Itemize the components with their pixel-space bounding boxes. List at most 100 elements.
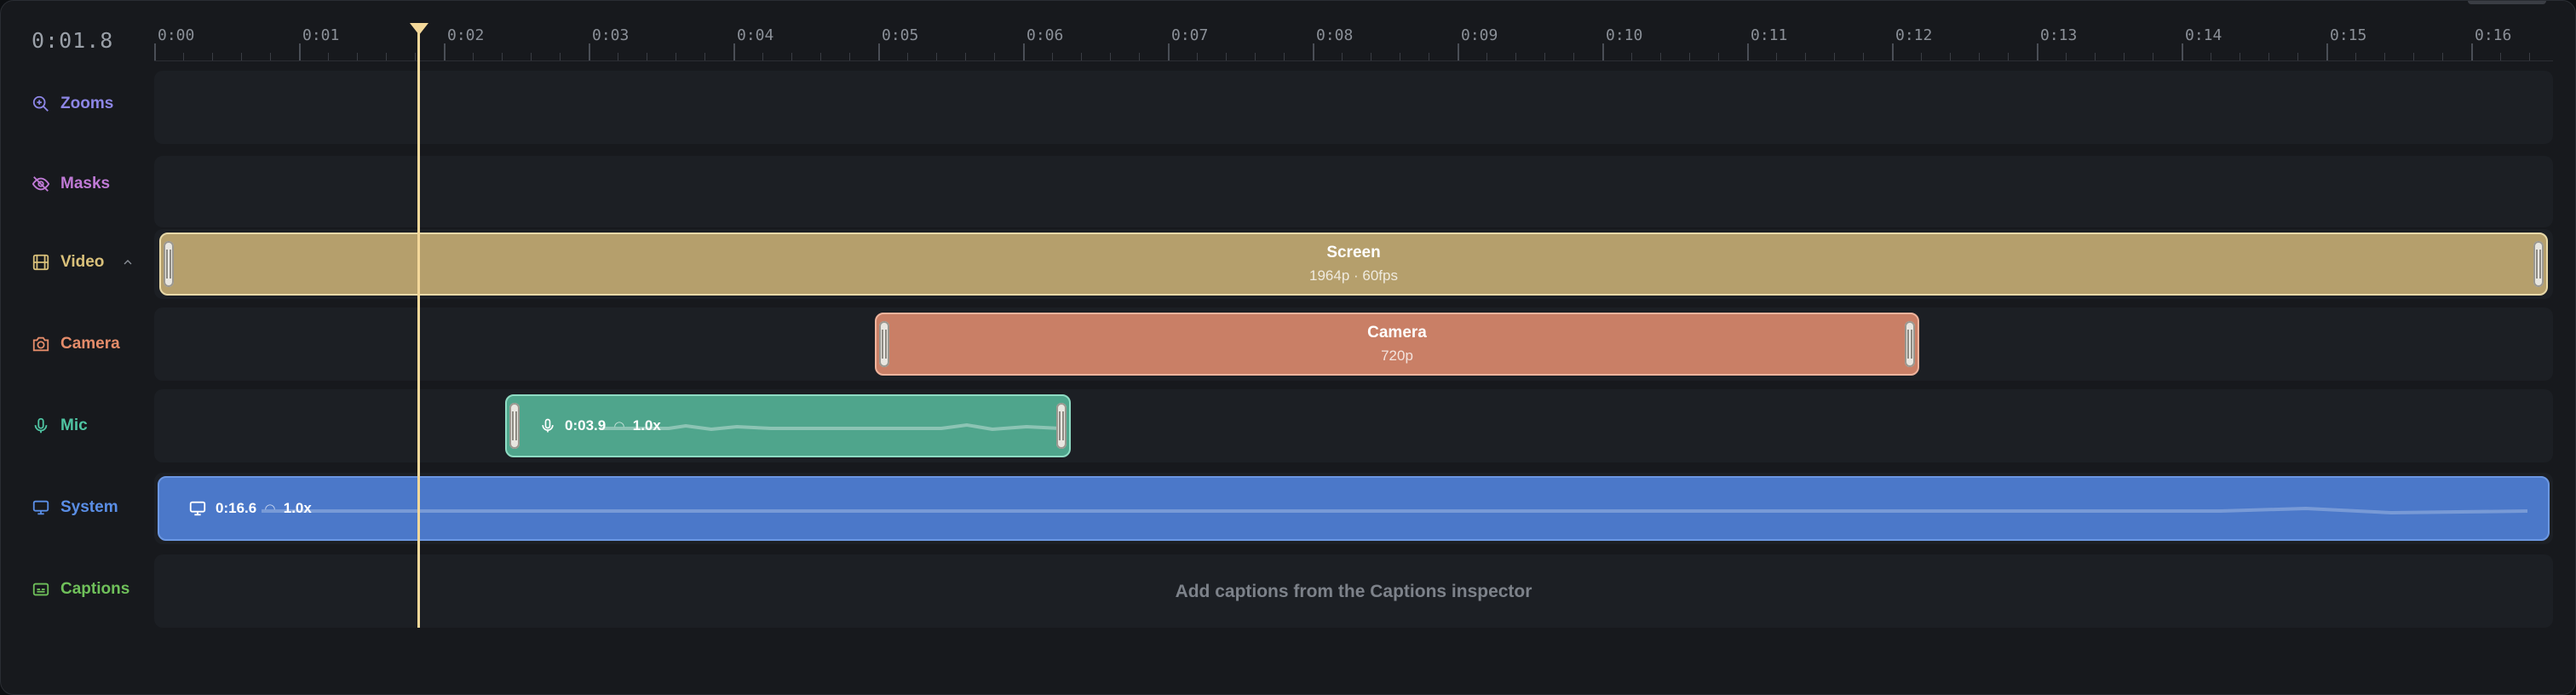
track-label-zooms: Zooms xyxy=(32,95,113,113)
ruler-minor-tick xyxy=(2500,53,2501,60)
track-label-system: System xyxy=(32,498,118,517)
ruler-minor-tick xyxy=(560,53,561,60)
ruler-major-tick xyxy=(733,43,735,60)
trim-handle-left[interactable] xyxy=(164,241,174,287)
clip-system[interactable]: 0:16.6 ◠ 1.0x xyxy=(158,476,2550,541)
ruler-minor-tick xyxy=(1979,53,1980,60)
clip-duration: 0:03.9 xyxy=(565,417,607,434)
ruler-minor-tick xyxy=(1689,53,1690,60)
clip-mic[interactable]: 0:03.9 ◠ 1.0x xyxy=(505,394,1071,457)
track-label-captions: Captions xyxy=(32,580,129,599)
ruler-minor-tick xyxy=(241,53,242,60)
ruler-minor-tick xyxy=(907,53,908,60)
ruler-major-tick xyxy=(878,43,880,60)
ruler-minor-tick xyxy=(1486,53,1487,60)
track-name: Captions xyxy=(60,580,130,598)
ruler-major-tick xyxy=(444,43,446,60)
ruler-minor-tick xyxy=(2095,53,2096,60)
ruler-minor-tick xyxy=(1052,53,1053,60)
ruler-major-tick xyxy=(1747,43,1749,60)
ruler-label: 0:04 xyxy=(737,26,774,44)
lane-camera: Camera 720p xyxy=(154,307,2553,381)
lane-mic: 0:03.9 ◠ 1.0x xyxy=(154,389,2553,462)
ruler-label: 0:05 xyxy=(882,26,919,44)
current-time-readout: 0:01.8 xyxy=(32,28,114,53)
ruler-major-tick xyxy=(1168,43,1170,60)
ruler-label: 0:11 xyxy=(1751,26,1788,44)
ruler-label: 0:16 xyxy=(2475,26,2512,44)
ruler-minor-tick xyxy=(849,53,850,60)
monitor-icon xyxy=(189,501,206,516)
ruler-minor-tick xyxy=(386,53,387,60)
speed-icon: ◠ xyxy=(265,502,275,516)
chevron-up-icon[interactable] xyxy=(121,256,135,269)
lane-captions[interactable]: Add captions from the Captions inspector xyxy=(154,554,2553,628)
ruler-minor-tick xyxy=(1544,53,1545,60)
ruler-minor-tick xyxy=(2442,53,2443,60)
track-name: Camera xyxy=(60,335,120,353)
trim-handle-right[interactable] xyxy=(2533,241,2544,287)
ruler-minor-tick xyxy=(270,53,271,60)
ruler-minor-tick xyxy=(791,53,792,60)
ruler-minor-tick xyxy=(1631,53,1632,60)
clip-camera[interactable]: Camera 720p xyxy=(875,313,1919,376)
ruler-major-tick xyxy=(2182,43,2183,60)
trim-handle-left[interactable] xyxy=(879,321,889,367)
ruler-major-tick xyxy=(154,43,156,60)
clip-meta: 0:16.6 ◠ 1.0x xyxy=(188,499,312,518)
clip-duration: 0:16.6 xyxy=(216,500,257,516)
track-label-camera: Camera xyxy=(32,335,120,353)
ruler-minor-tick xyxy=(531,53,532,60)
ruler-minor-tick xyxy=(2355,53,2356,60)
lane-zooms[interactable] xyxy=(154,71,2553,144)
ruler-minor-tick xyxy=(1863,53,1864,60)
clip-title: Camera xyxy=(1367,324,1427,342)
playhead-handle[interactable] xyxy=(410,23,428,35)
clip-screen[interactable]: Screen 1964p · 60fps xyxy=(159,233,2548,296)
ruler-minor-tick xyxy=(212,53,213,60)
ruler-minor-tick xyxy=(1197,53,1198,60)
timeline-panel: 0:01.8 0:00 0:01 0:02 0:03 0:04 0:05 0:06 0:07 0… xyxy=(0,0,2576,695)
ruler-minor-tick xyxy=(2413,53,2414,60)
clip-subtitle: 720p xyxy=(1381,348,1413,364)
ruler-minor-tick xyxy=(502,53,503,60)
track-name: Video xyxy=(60,253,105,271)
ruler-minor-tick xyxy=(1110,53,1111,60)
ruler-minor-tick xyxy=(704,53,705,60)
ruler-label: 0:12 xyxy=(1895,26,1933,44)
ruler-minor-tick xyxy=(1226,53,1227,60)
ruler-major-tick xyxy=(2037,43,2038,60)
ruler-minor-tick xyxy=(994,53,995,60)
ruler-label: 0:10 xyxy=(1606,26,1643,44)
playhead-line[interactable] xyxy=(417,30,420,628)
ruler-major-tick xyxy=(299,43,301,60)
ruler-minor-tick xyxy=(415,53,416,60)
waveform xyxy=(262,506,2527,515)
ruler-label: 0:00 xyxy=(158,26,195,44)
clip-meta: 0:03.9 ◠ 1.0x xyxy=(539,417,661,434)
ruler-major-tick xyxy=(1023,43,1025,60)
trim-handle-right[interactable] xyxy=(1905,321,1915,367)
microphone-icon xyxy=(34,417,48,434)
ruler-minor-tick xyxy=(1776,53,1777,60)
waveform xyxy=(601,422,1061,432)
ruler-label: 0:09 xyxy=(1461,26,1498,44)
ruler-major-tick xyxy=(589,43,590,60)
time-ruler[interactable]: 0:00 0:01 0:02 0:03 0:04 0:05 0:06 0:07 0:08 0:09… xyxy=(154,21,2553,61)
microphone-icon xyxy=(542,418,554,433)
clip-title: Screen xyxy=(1326,244,1381,261)
ruler-major-tick xyxy=(2326,43,2328,60)
ruler-minor-tick xyxy=(1660,53,1661,60)
trim-handle-right[interactable] xyxy=(1056,403,1067,449)
zoom-icon xyxy=(32,95,49,112)
ruler-major-tick xyxy=(1313,43,1314,60)
ruler-minor-tick xyxy=(1950,53,1951,60)
trim-handle-left[interactable] xyxy=(509,403,520,449)
ruler-minor-tick xyxy=(1284,53,1285,60)
lane-masks[interactable] xyxy=(154,156,2553,227)
clip-speed: 1.0x xyxy=(283,500,312,516)
panel-edge-indicator xyxy=(2468,1,2546,4)
track-name: Zooms xyxy=(60,95,114,112)
ruler-label: 0:15 xyxy=(2330,26,2367,44)
ruler-minor-tick xyxy=(1921,53,1922,60)
